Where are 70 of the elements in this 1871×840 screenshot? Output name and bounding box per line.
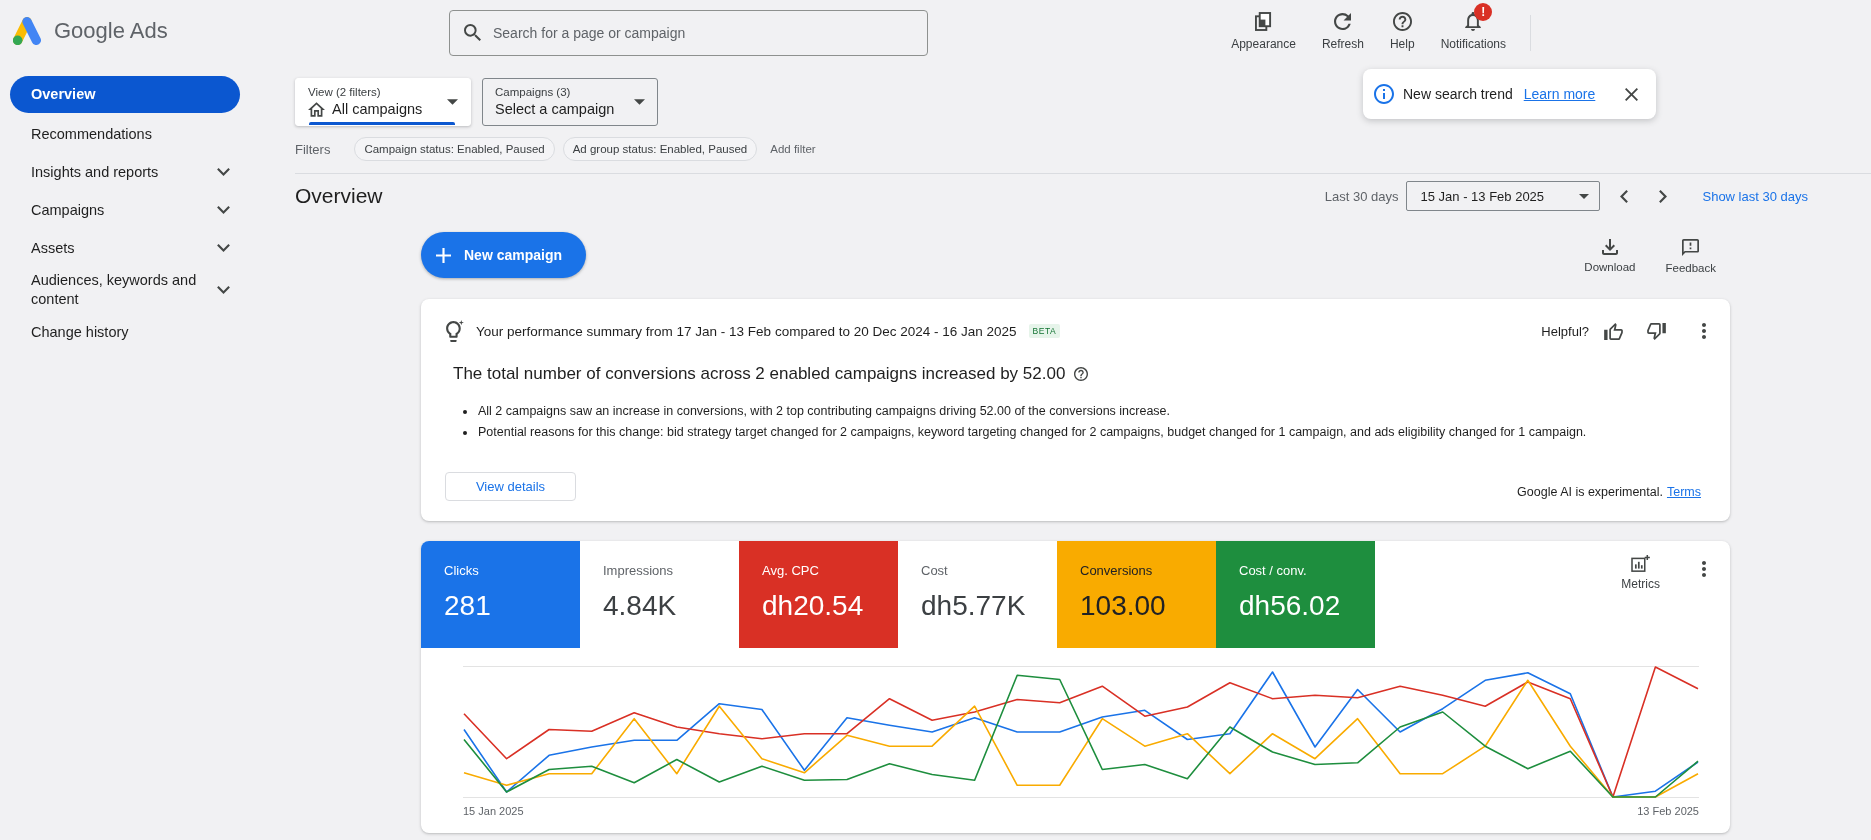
caret-down-icon xyxy=(1579,193,1590,199)
sidebar-item[interactable]: Insights and reports xyxy=(10,153,240,191)
axis-date-label: 13 Feb 2025 xyxy=(1637,804,1699,818)
chevron-left-icon xyxy=(1620,189,1629,203)
feedback-button[interactable]: Feedback xyxy=(1665,239,1716,274)
caret-down-icon xyxy=(447,99,458,105)
chevron-right-icon xyxy=(1659,189,1668,203)
lightbulb-icon xyxy=(446,320,464,342)
date-range-label: Last 30 days xyxy=(1324,188,1399,204)
summary-bullet: Potential reasons for this change: bid strategy target changed for 2 campaigns, keyword targeting changed for 2 campaigns, budget changed for 1 campaign, and ads eligibility changed for 1 campaign. xyxy=(478,424,1587,441)
filter-chip[interactable]: Campaign status: Enabled, Paused xyxy=(354,137,555,161)
bullet-icon xyxy=(463,430,467,435)
appearance-button[interactable]: Appearance xyxy=(1231,1,1296,51)
ai-disclaimer: Google AI is experimental. xyxy=(1517,484,1663,501)
notification-badge: ! xyxy=(1474,2,1493,21)
bullet-icon xyxy=(463,409,467,414)
more-icon xyxy=(1702,323,1706,339)
metric-tile[interactable]: Cost / conv. dh56.02 xyxy=(1216,541,1375,648)
filter-chip[interactable]: Ad group status: Enabled, Paused xyxy=(562,137,758,161)
feedback-icon xyxy=(1682,239,1700,256)
summary-headline: The total number of conversions across 2 enabled campaigns increased by 52.00 xyxy=(453,363,1066,385)
download-button[interactable]: Download xyxy=(1584,239,1636,274)
summary-title: Your performance summary from 17 Jan - 13 Feb compared to 20 Dec 2024 - 16 Jan 2025 xyxy=(476,323,1017,339)
summary-bullet: All 2 campaigns saw an increase in conversions, with 2 top contributing campaigns driving 52.00 of the conversions increase. xyxy=(478,403,1171,420)
search-field[interactable]: Search for a page or campaign xyxy=(449,10,928,56)
sidebar-item[interactable]: Audiences, keywords and content xyxy=(10,267,240,313)
logo-icon xyxy=(13,17,41,45)
add-filter-button[interactable]: Add filter xyxy=(770,143,816,155)
metric-tile[interactable]: Conversions 103.00 xyxy=(1057,541,1216,648)
pages-icon xyxy=(1255,12,1273,31)
terms-link[interactable]: Terms xyxy=(1666,483,1701,501)
sidebar-item[interactable]: Assets xyxy=(10,229,240,267)
axis-date-label: 15 Jan 2025 xyxy=(463,804,524,818)
refresh-button[interactable]: Refresh xyxy=(1321,1,1364,51)
sidebar-item[interactable]: Overview xyxy=(10,76,240,113)
close-icon xyxy=(1624,87,1638,101)
refresh-icon xyxy=(1334,13,1352,30)
helpful-label: Helpful? xyxy=(1541,323,1589,339)
chart-add-icon xyxy=(1631,555,1651,572)
thumbs-up-icon xyxy=(1603,322,1623,340)
show-last-period-link[interactable]: Show last 30 days xyxy=(1702,188,1808,204)
learn-more-link[interactable]: Learn more xyxy=(1523,86,1596,102)
notifications-button[interactable]: ! Notifications xyxy=(1440,1,1506,51)
campaign-dropdown[interactable]: Campaigns (3) Select a campaign xyxy=(482,78,658,126)
help-icon xyxy=(1392,12,1412,31)
view-dropdown[interactable]: View (2 filters) All campaigns xyxy=(295,78,471,126)
new-campaign-button[interactable]: New campaign xyxy=(421,232,587,278)
help-button[interactable]: Help xyxy=(1389,1,1415,51)
metric-tile[interactable]: Clicks 281 xyxy=(421,541,580,648)
more-icon xyxy=(1702,561,1706,577)
toast-message: New search trend xyxy=(1403,86,1513,102)
download-icon xyxy=(1601,239,1618,255)
home-icon xyxy=(308,101,325,117)
plus-icon xyxy=(436,247,451,263)
metrics-button[interactable]: Metrics xyxy=(1621,555,1660,591)
metric-tile[interactable]: Avg. CPC dh20.54 xyxy=(739,541,898,648)
caret-down-icon xyxy=(634,99,645,105)
sidebar-item[interactable]: Campaigns xyxy=(10,191,240,229)
date-range-dropdown[interactable]: 15 Jan - 13 Feb 2025 xyxy=(1406,181,1601,211)
sidebar-item[interactable]: Change history xyxy=(10,313,240,351)
info-icon xyxy=(1374,84,1394,104)
help-icon[interactable] xyxy=(1074,367,1089,381)
search-icon xyxy=(464,24,481,41)
page-title: Overview xyxy=(295,184,383,208)
logo-text: Google Ads xyxy=(54,18,168,44)
view-details-button[interactable]: View details xyxy=(445,472,576,501)
sidebar-item[interactable]: Recommendations xyxy=(10,115,240,153)
beta-badge: BETA xyxy=(1028,324,1061,338)
thumbs-down-icon xyxy=(1646,322,1666,340)
filters-label: Filters xyxy=(295,141,331,157)
